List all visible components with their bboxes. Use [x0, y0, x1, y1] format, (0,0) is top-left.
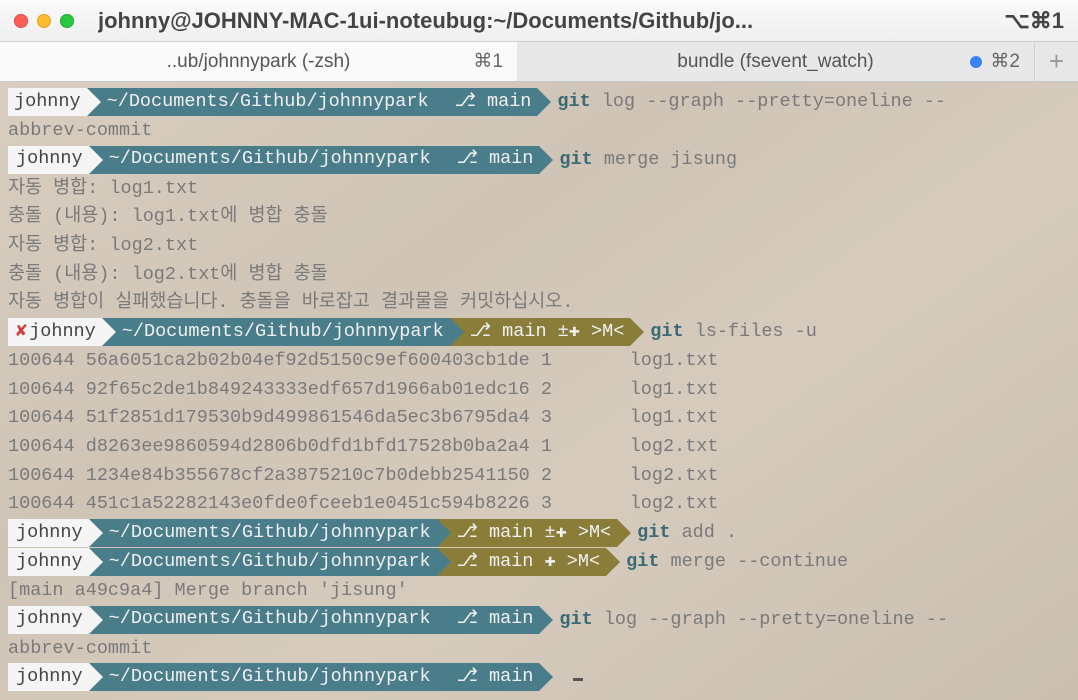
tab-label: ..ub/johnnypark (-zsh)	[167, 51, 351, 73]
error-icon: ✘	[16, 318, 27, 347]
prompt-line: johnny ~/Documents/Github/johnnypark ⎇ m…	[8, 519, 1070, 548]
minimize-icon[interactable]	[37, 14, 51, 28]
close-icon[interactable]	[14, 14, 28, 28]
prompt-path: ~/Documents/Github/johnnypark	[107, 88, 429, 117]
command-continuation: abbrev-commit	[8, 635, 1070, 664]
prompt-line: johnny ~/Documents/Github/johnnypark ⎇ m…	[8, 88, 1070, 117]
output-line: 100644 51f2851d179530b9d499861546da5ec3b…	[8, 404, 1070, 433]
prompt-line: johnny ~/Documents/Github/johnnypark ⎇ m…	[8, 548, 1070, 577]
prompt-path: ~/Documents/Github/johnnypark	[109, 548, 431, 577]
prompt-branch: ⎇ main	[457, 663, 534, 692]
prompt-user: johnny	[16, 663, 83, 692]
prompt-branch: ⎇ main ✚ >M<	[457, 548, 600, 577]
window-title: johnny@JOHNNY-MAC-1ui-noteubug:~/Documen…	[98, 8, 994, 34]
output-line: [main a49c9a4] Merge branch 'jisung'	[8, 577, 1070, 606]
tab-bar: ..ub/johnnypark (-zsh) ⌘1 bundle (fseven…	[0, 42, 1078, 82]
tab-zsh[interactable]: ..ub/johnnypark (-zsh) ⌘1	[0, 42, 517, 81]
prompt-path: ~/Documents/Github/johnnypark	[109, 145, 431, 174]
output-line: 충돌 (내용): log1.txt에 병합 충돌	[8, 203, 1070, 232]
window-titlebar: johnny@JOHNNY-MAC-1ui-noteubug:~/Documen…	[0, 0, 1078, 42]
prompt-path: ~/Documents/Github/johnnypark	[109, 519, 431, 548]
prompt-branch: ⎇ main	[457, 145, 534, 174]
output-line: 자동 병합: log2.txt	[8, 232, 1070, 261]
command-text: git ls-files -u	[630, 318, 817, 347]
command-text: git add .	[617, 519, 737, 548]
prompt-branch: ⎇ main ±✚ >M<	[470, 318, 625, 347]
prompt-branch: ⎇ main	[457, 605, 534, 634]
output-line: 자동 병합이 실패했습니다. 충돌을 바로잡고 결과물을 커밋하십시오.	[8, 289, 1070, 318]
prompt-branch: ⎇ main	[455, 88, 532, 117]
tab-bundle[interactable]: bundle (fsevent_watch) ⌘2	[517, 42, 1034, 81]
cursor-icon	[573, 678, 583, 681]
output-line: 100644 d8263ee9860594d2806b0dfd1bfd17528…	[8, 433, 1070, 462]
prompt-line: ✘johnny ~/Documents/Github/johnnypark ⎇ …	[8, 318, 1070, 347]
tab-shortcut: ⌘1	[473, 50, 503, 73]
prompt-user: johnny	[16, 548, 83, 577]
prompt-path: ~/Documents/Github/johnnypark	[122, 318, 444, 347]
prompt-user: johnny	[29, 318, 96, 347]
output-line: 100644 1234e84b355678cf2a3875210c7b0debb…	[8, 462, 1070, 491]
prompt-user: johnny	[14, 88, 81, 117]
output-line: 100644 451c1a52282143e0fde0fceeb1e0451c5…	[8, 490, 1070, 519]
command-text: git merge jisung	[539, 146, 737, 175]
tab-shortcut: ⌘2	[990, 50, 1020, 73]
prompt-line: johnny ~/Documents/Github/johnnypark ⎇ m…	[8, 663, 1070, 692]
prompt-user: johnny	[16, 519, 83, 548]
tab-label: bundle (fsevent_watch)	[677, 51, 873, 73]
command-text: git log --graph --pretty=oneline --	[537, 88, 946, 117]
output-line: 자동 병합: log1.txt	[8, 175, 1070, 204]
prompt-path: ~/Documents/Github/johnnypark	[109, 663, 431, 692]
command-text: git log --graph --pretty=oneline --	[539, 606, 948, 635]
terminal-pane[interactable]: johnny ~/Documents/Github/johnnypark ⎇ m…	[0, 82, 1078, 700]
output-line: 100644 56a6051ca2b02b04ef92d5150c9ef6004…	[8, 347, 1070, 376]
prompt-line: johnny ~/Documents/Github/johnnypark ⎇ m…	[8, 146, 1070, 175]
command-text: git merge --continue	[606, 548, 848, 577]
zoom-icon[interactable]	[60, 14, 74, 28]
output-line: 100644 92f65c2de1b849243333edf657d1966ab…	[8, 376, 1070, 405]
prompt-line: johnny ~/Documents/Github/johnnypark ⎇ m…	[8, 606, 1070, 635]
command-continuation: abbrev-commit	[8, 117, 1070, 146]
new-tab-button[interactable]: +	[1034, 42, 1078, 81]
prompt-user: johnny	[16, 605, 83, 634]
plus-icon: +	[1049, 46, 1064, 77]
prompt-user: johnny	[16, 145, 83, 174]
traffic-lights	[14, 14, 74, 28]
window-shortcut: ⌥⌘1	[1004, 8, 1064, 34]
prompt-path: ~/Documents/Github/johnnypark	[109, 605, 431, 634]
modified-dot-icon	[970, 56, 982, 68]
prompt-branch: ⎇ main ±✚ >M<	[457, 519, 612, 548]
output-line: 충돌 (내용): log2.txt에 병합 충돌	[8, 261, 1070, 290]
